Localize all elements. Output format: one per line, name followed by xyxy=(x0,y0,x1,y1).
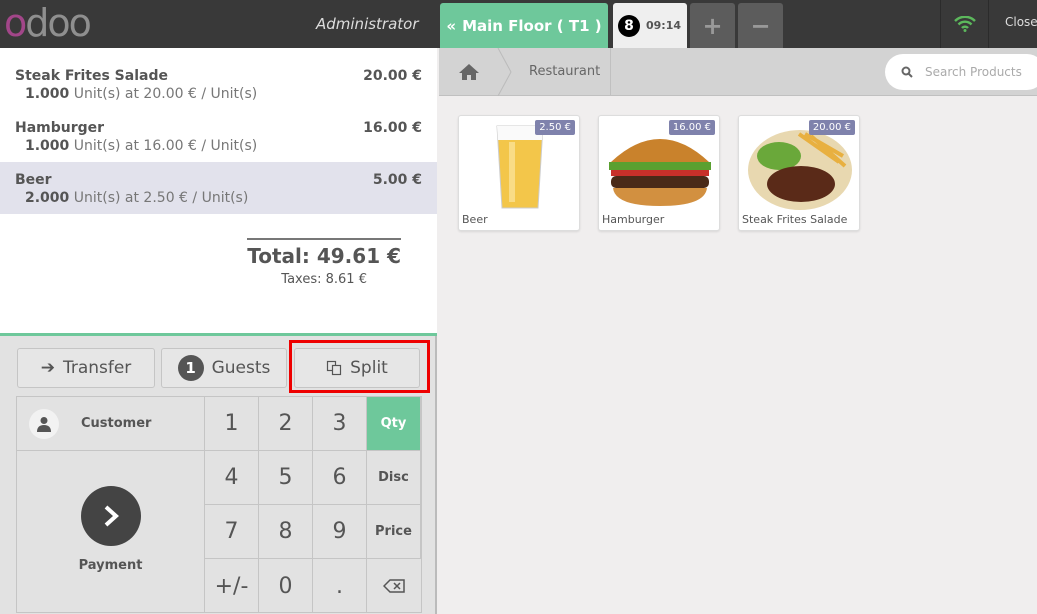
key-9[interactable]: 9 xyxy=(313,505,367,559)
mode-qty[interactable]: Qty xyxy=(367,397,421,451)
product-price: 2.50 € xyxy=(535,120,575,135)
search-placeholder: Search Products xyxy=(925,65,1022,79)
order-line-selected[interactable]: Beer 5.00 € 2.000 Unit(s) at 2.50 € / Unit… xyxy=(0,162,437,214)
product-name: Beer xyxy=(462,213,488,226)
line-qty: 2.000 xyxy=(25,190,70,206)
breadcrumb-restaurant[interactable]: Restaurant xyxy=(529,64,600,79)
customer-label: Customer xyxy=(81,416,152,431)
key-dot[interactable]: . xyxy=(313,559,367,613)
highlight-box xyxy=(289,340,430,393)
wifi-icon[interactable] xyxy=(940,0,989,48)
mode-price[interactable]: Price xyxy=(367,505,421,559)
payment-label: Payment xyxy=(78,557,143,573)
steak-frites-image xyxy=(748,130,852,210)
beer-image xyxy=(496,125,544,209)
product-beer[interactable]: 2.50 € Beer xyxy=(458,115,580,231)
backspace-icon xyxy=(383,579,405,593)
order-panel: Steak Frites Salade 20.00 € 1.000 Unit(s) … xyxy=(0,48,437,614)
key-plus-minus[interactable]: +/- xyxy=(205,559,259,613)
key-0[interactable]: 0 xyxy=(259,559,313,613)
close-button[interactable]: Close xyxy=(1005,15,1037,29)
order-tab[interactable]: 8 09:14 xyxy=(613,3,687,48)
guests-label: Guests xyxy=(211,358,271,378)
mode-disc[interactable]: Disc xyxy=(367,451,421,505)
payment-button[interactable]: Payment xyxy=(17,451,205,613)
customer-button[interactable]: Customer xyxy=(17,397,205,451)
remove-order-button[interactable]: − xyxy=(738,3,783,48)
product-price: 20.00 € xyxy=(808,120,855,135)
main-floor-button[interactable]: « Main Floor ( T1 ) xyxy=(440,3,608,48)
guests-count: 1 xyxy=(177,355,204,381)
order-line[interactable]: Steak Frites Salade 20.00 € 1.000 Unit(s) … xyxy=(0,58,437,110)
backspace-key[interactable] xyxy=(367,559,421,613)
breadcrumb: Restaurant Search Products xyxy=(439,48,1037,96)
line-info: Unit(s) at 2.50 € / Unit(s) xyxy=(73,190,249,206)
key-6[interactable]: 6 xyxy=(313,451,367,505)
arrow-right-icon: ➔ xyxy=(40,358,55,378)
user-name: Administrator xyxy=(316,15,419,33)
guests-button[interactable]: 1 Guests xyxy=(161,348,287,388)
line-qty: 1.000 xyxy=(25,138,70,154)
line-info: Unit(s) at 20.00 € / Unit(s) xyxy=(73,86,258,102)
product-hamburger[interactable]: 16.00 € Hamburger xyxy=(598,115,720,231)
line-price: 20.00 € xyxy=(363,68,422,84)
user-icon xyxy=(29,408,59,439)
search-icon xyxy=(901,66,913,78)
order-number: 8 xyxy=(618,14,640,37)
order-time: 09:14 xyxy=(646,19,682,32)
top-bar: odoo Administrator « Main Floor ( T1 ) 80… xyxy=(0,0,1037,48)
floor-label: Main Floor ( T1 ) xyxy=(462,16,602,35)
transfer-label: Transfer xyxy=(62,358,132,378)
numpad: Customer Payment 1 2 3 Qty 4 5 6 Disc 7 … xyxy=(16,396,422,613)
product-steak-frites-salade[interactable]: 20.00 € Steak Frites Salade xyxy=(738,115,860,231)
search-input[interactable]: Search Products xyxy=(885,54,1037,90)
breadcrumb-separator xyxy=(497,48,512,96)
line-name: Steak Frites Salade xyxy=(15,68,168,84)
home-icon[interactable] xyxy=(439,48,499,96)
order-summary: Total: 49.61 € Taxes: 8.61 € xyxy=(247,238,401,287)
key-2[interactable]: 2 xyxy=(259,397,313,451)
line-price: 5.00 € xyxy=(372,172,422,188)
line-name: Beer xyxy=(15,172,52,188)
key-8[interactable]: 8 xyxy=(259,505,313,559)
product-name: Hamburger xyxy=(602,213,665,226)
key-1[interactable]: 1 xyxy=(205,397,259,451)
order-lines: Steak Frites Salade 20.00 € 1.000 Unit(s) … xyxy=(0,48,437,336)
add-order-button[interactable]: + xyxy=(690,3,735,48)
double-chevron-left-icon: « xyxy=(446,16,457,35)
line-qty: 1.000 xyxy=(25,86,70,102)
hamburger-image xyxy=(609,139,711,206)
product-price: 16.00 € xyxy=(668,120,715,135)
order-total: Total: 49.61 € xyxy=(247,238,401,268)
order-line[interactable]: Hamburger 16.00 € 1.000 Unit(s) at 16.00 €… xyxy=(0,110,437,162)
chevron-right-icon xyxy=(80,485,141,546)
key-7[interactable]: 7 xyxy=(205,505,259,559)
divider xyxy=(610,48,611,96)
product-name: Steak Frites Salade xyxy=(742,213,848,226)
line-price: 16.00 € xyxy=(363,120,422,136)
order-taxes: Taxes: 8.61 € xyxy=(281,272,367,287)
key-3[interactable]: 3 xyxy=(313,397,367,451)
line-info: Unit(s) at 16.00 € / Unit(s) xyxy=(73,138,258,154)
key-5[interactable]: 5 xyxy=(259,451,313,505)
product-list: 2.50 € Beer 16.00 € Hamburger 20.00 € St… xyxy=(439,97,1037,614)
line-name: Hamburger xyxy=(15,120,105,136)
odoo-logo: odoo xyxy=(4,1,92,45)
transfer-button[interactable]: ➔ Transfer xyxy=(17,348,155,388)
key-4[interactable]: 4 xyxy=(205,451,259,505)
